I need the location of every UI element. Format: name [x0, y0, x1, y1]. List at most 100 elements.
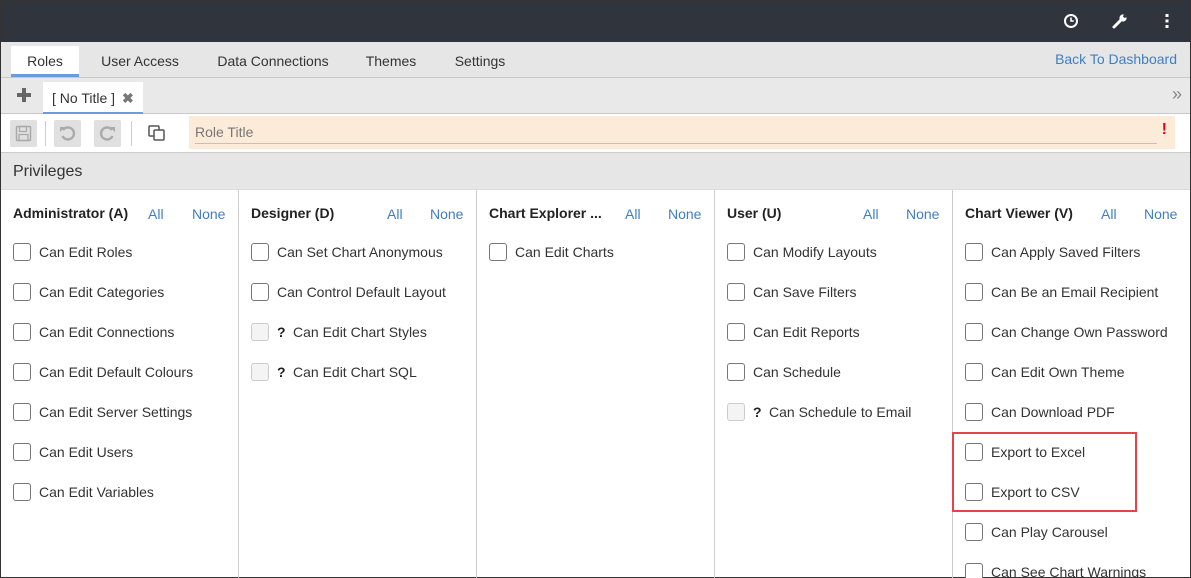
privilege-label: Can See Chart Warnings — [991, 564, 1147, 578]
copy-icon[interactable] — [147, 123, 167, 146]
privilege-checkbox[interactable] — [13, 283, 31, 301]
column-designer: Designer (D) All None Can Set Chart Anon… — [239, 190, 477, 578]
column-title: Administrator (A) — [13, 205, 129, 221]
document-tabs-bar: [ No Title ] ✖ » — [1, 78, 1190, 114]
privilege-checkbox[interactable] — [965, 403, 983, 421]
toolbar-divider — [45, 121, 46, 146]
privilege-columns: Administrator (A) All None Can Edit Role… — [1, 190, 1190, 578]
privilege-label: Can Edit Charts — [515, 244, 614, 260]
role-toolbar: ! — [1, 114, 1190, 153]
privilege-label: Can Schedule to Email — [769, 404, 912, 420]
privilege-label: Can Edit Chart SQL — [293, 364, 417, 380]
privilege-checkbox[interactable] — [965, 563, 983, 578]
column-user: User (U) All None Can Modify Layouts Can … — [715, 190, 953, 578]
document-tab[interactable]: [ No Title ] ✖ — [43, 82, 143, 114]
column-chart-explorer: Chart Explorer ... All None Can Edit Cha… — [477, 190, 715, 578]
question-mark-icon: ? — [753, 404, 762, 420]
privilege-label: Can Edit Reports — [753, 324, 860, 340]
question-mark-icon: ? — [277, 364, 286, 380]
question-mark-icon: ? — [277, 324, 286, 340]
privilege-checkbox[interactable] — [727, 243, 745, 261]
back-to-dashboard-link[interactable]: Back To Dashboard — [1055, 51, 1177, 67]
privilege-checkbox[interactable] — [965, 243, 983, 261]
privilege-checkbox[interactable] — [965, 363, 983, 381]
privilege-checkbox[interactable] — [727, 283, 745, 301]
save-button[interactable] — [10, 120, 37, 147]
tab-user-access[interactable]: User Access — [87, 46, 193, 77]
select-none-link[interactable]: None — [1144, 206, 1177, 222]
privilege-label: Export to CSV — [991, 484, 1080, 500]
privilege-label: Can Be an Email Recipient — [991, 284, 1159, 300]
privilege-label: Can Download PDF — [991, 404, 1115, 420]
select-all-link[interactable]: All — [387, 206, 403, 222]
privilege-checkbox[interactable] — [13, 243, 31, 261]
privilege-checkbox[interactable] — [965, 483, 983, 501]
column-title: User (U) — [727, 205, 782, 221]
select-all-link[interactable]: All — [1101, 206, 1117, 222]
privilege-checkbox[interactable] — [965, 323, 983, 341]
main-nav: Roles User Access Data Connections Theme… — [1, 42, 1190, 78]
column-title: Chart Viewer (V) — [965, 205, 1073, 221]
clock-icon[interactable] — [1062, 12, 1080, 30]
privilege-checkbox[interactable] — [727, 323, 745, 341]
privilege-checkbox[interactable] — [13, 403, 31, 421]
select-none-link[interactable]: None — [430, 206, 463, 222]
privilege-label: Can Edit Server Settings — [39, 404, 193, 420]
privilege-checkbox[interactable] — [727, 363, 745, 381]
privilege-label: Can Save Filters — [753, 284, 857, 300]
role-title-field-wrap: ! — [189, 116, 1175, 149]
plus-icon[interactable] — [15, 86, 33, 104]
select-none-link[interactable]: None — [192, 206, 225, 222]
select-none-link[interactable]: None — [668, 206, 701, 222]
privileges-title: Privileges — [13, 163, 83, 180]
role-title-input[interactable] — [195, 120, 1157, 144]
privileges-header: Privileges — [1, 153, 1190, 190]
tab-data-connections[interactable]: Data Connections — [205, 46, 341, 77]
privilege-label: Can Change Own Password — [991, 324, 1168, 340]
privilege-checkbox[interactable] — [13, 363, 31, 381]
close-icon[interactable]: ✖ — [122, 90, 134, 107]
privilege-checkbox — [727, 403, 745, 421]
privilege-label: Can Edit Own Theme — [991, 364, 1125, 380]
column-title: Chart Explorer ... — [489, 205, 602, 221]
privilege-label: Can Edit Categories — [39, 284, 165, 300]
top-bar — [1, 1, 1190, 42]
tab-roles[interactable]: Roles — [11, 46, 79, 77]
select-all-link[interactable]: All — [148, 206, 164, 222]
privilege-label: Can Control Default Layout — [277, 284, 446, 300]
privilege-label: Can Edit Default Colours — [39, 364, 194, 380]
tab-themes[interactable]: Themes — [353, 46, 429, 77]
privilege-checkbox[interactable] — [965, 443, 983, 461]
privilege-checkbox[interactable] — [965, 523, 983, 541]
required-warning-icon: ! — [1161, 121, 1167, 138]
privilege-checkbox[interactable] — [13, 443, 31, 461]
privilege-label: Can Edit Users — [39, 444, 134, 460]
chevron-double-right-icon[interactable]: » — [1172, 84, 1182, 105]
kebab-menu-icon[interactable] — [1158, 12, 1176, 30]
privilege-label: Can Edit Chart Styles — [293, 324, 427, 340]
privilege-label: Can Apply Saved Filters — [991, 244, 1141, 260]
privilege-checkbox[interactable] — [965, 283, 983, 301]
privilege-label: Can Set Chart Anonymous — [277, 244, 443, 260]
select-none-link[interactable]: None — [906, 206, 939, 222]
undo-button[interactable] — [54, 120, 81, 147]
tab-settings[interactable]: Settings — [441, 46, 519, 77]
privilege-label: Can Edit Roles — [39, 244, 133, 260]
privilege-label: Can Schedule — [753, 364, 841, 380]
privilege-checkbox[interactable] — [489, 243, 507, 261]
privilege-label: Can Modify Layouts — [753, 244, 877, 260]
privilege-checkbox[interactable] — [13, 483, 31, 501]
select-all-link[interactable]: All — [625, 206, 641, 222]
privilege-checkbox[interactable] — [13, 323, 31, 341]
column-chart-viewer: Chart Viewer (V) All None Can Apply Save… — [953, 190, 1191, 578]
select-all-link[interactable]: All — [863, 206, 879, 222]
privilege-checkbox[interactable] — [251, 243, 269, 261]
wrench-icon[interactable] — [1111, 12, 1129, 30]
privilege-label: Can Edit Connections — [39, 324, 175, 340]
redo-button[interactable] — [94, 120, 121, 147]
privilege-label: Export to Excel — [991, 444, 1086, 460]
privilege-checkbox[interactable] — [251, 283, 269, 301]
privilege-checkbox — [251, 363, 269, 381]
toolbar-divider — [131, 121, 132, 146]
column-title: Designer (D) — [251, 205, 335, 221]
